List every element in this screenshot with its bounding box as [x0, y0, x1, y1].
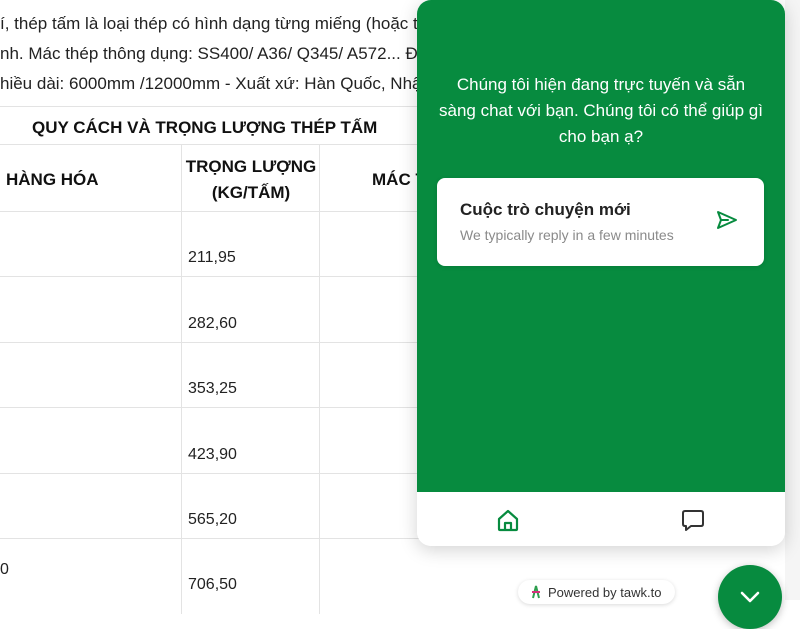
message-icon[interactable]: [680, 507, 706, 533]
home-icon[interactable]: [495, 507, 521, 533]
weight-cell: 423,90: [188, 446, 237, 463]
powered-by-badge[interactable]: Powered by tawk.to: [518, 580, 676, 604]
weight-cell: 211,95: [188, 249, 236, 266]
column-header-weight-line: TRỌNG LƯỢNG: [185, 157, 317, 176]
paragraph-line: í, thép tấm là loại thép có hình dạng từ…: [0, 14, 418, 33]
column-header-weight-unit: (KG/TẤM): [211, 183, 291, 202]
column-header-weight: TRỌNG LƯỢNG (KG/TẤM): [182, 154, 320, 206]
table-divider: [181, 144, 182, 614]
table-divider: [319, 144, 320, 614]
chat-tab-bar: [417, 492, 785, 546]
chat-widget: Chúng tôi hiện đang trực tuyến và sẵn sà…: [417, 0, 785, 546]
row-edge-text: 0: [0, 561, 9, 578]
page-edge: [785, 0, 800, 600]
send-icon[interactable]: [715, 208, 739, 232]
column-header-goods: HÀNG HÓA: [6, 170, 99, 189]
paragraph-line: nh. Mác thép thông dụng: SS400/ A36/ Q34…: [0, 44, 418, 63]
powered-by-text: Powered by tawk.to: [548, 584, 662, 600]
chevron-down-icon: [740, 591, 760, 603]
weight-cell: 282,60: [188, 315, 237, 332]
chat-toggle-button[interactable]: [718, 565, 782, 629]
chat-greeting: Chúng tôi hiện đang trực tuyến và sẵn sà…: [439, 75, 763, 146]
weight-cell: 565,20: [188, 511, 237, 528]
weight-cell: 353,25: [188, 380, 237, 397]
table-title: QUY CÁCH VÀ TRỌNG LƯỢNG THÉP TẤM: [32, 118, 378, 137]
weight-cell: 706,50: [188, 576, 237, 593]
new-conversation-card[interactable]: Cuộc trò chuyện mới We typically reply i…: [437, 178, 764, 266]
tawk-logo-icon: [532, 585, 540, 599]
paragraph-line: hiều dài: 6000mm /12000mm - Xuất xứ: Hàn…: [0, 74, 422, 93]
reply-time-note: We typically reply in a few minutes: [460, 227, 674, 243]
new-conversation-title: Cuộc trò chuyện mới: [460, 200, 631, 219]
chat-header: Chúng tôi hiện đang trực tuyến và sẵn sà…: [417, 0, 785, 492]
